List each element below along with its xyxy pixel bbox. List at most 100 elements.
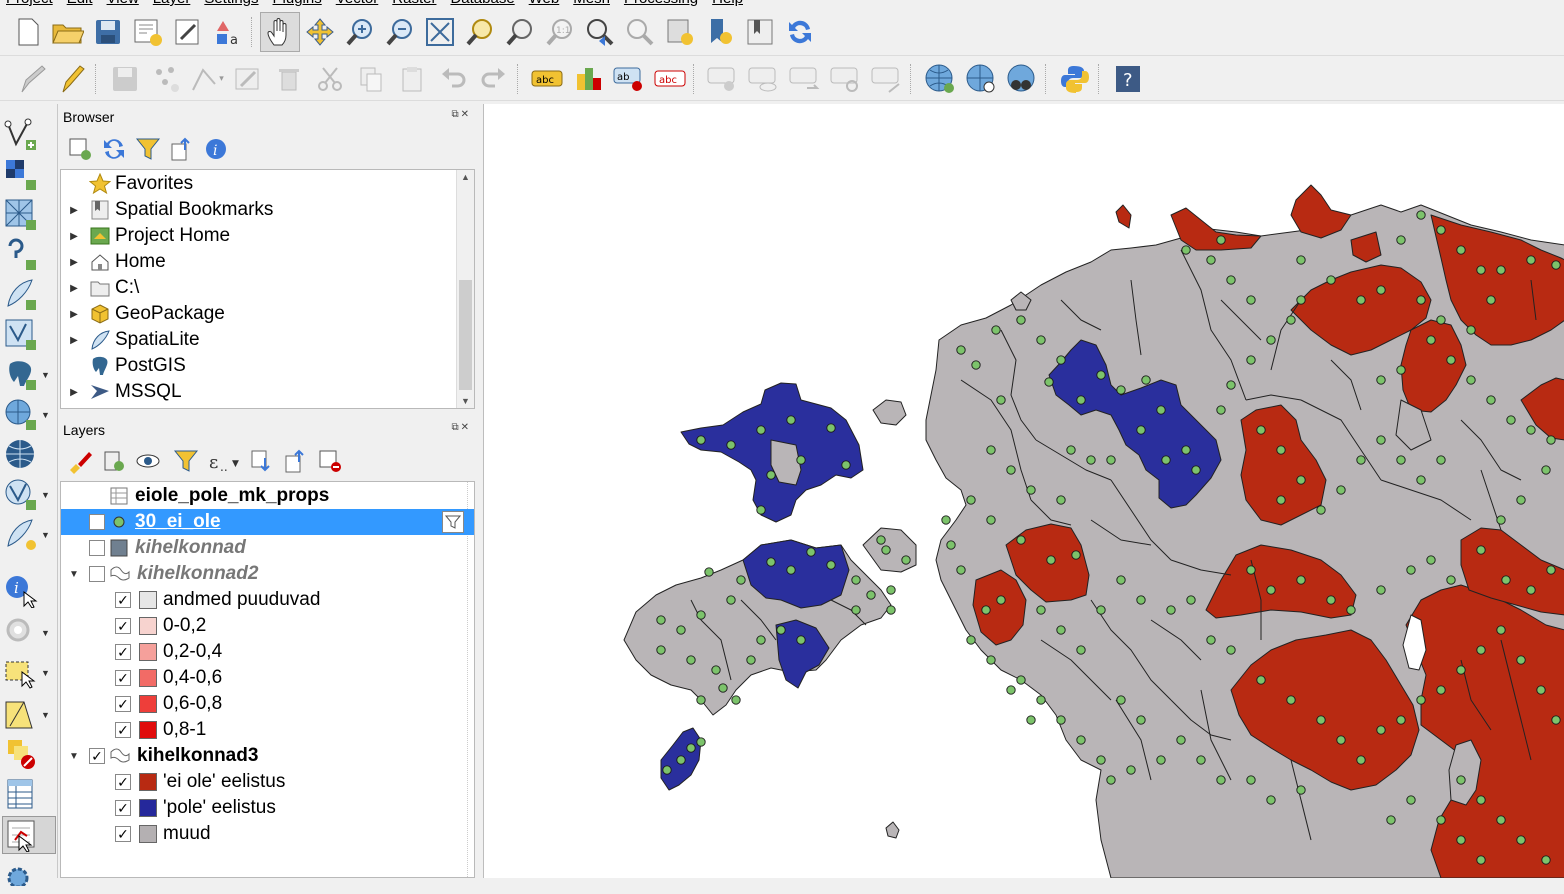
survey-point-marker[interactable]	[1086, 455, 1096, 465]
new-print-layout-icon[interactable]	[128, 12, 168, 52]
zoom-to-layer-icon[interactable]	[500, 12, 540, 52]
survey-point-marker[interactable]	[776, 625, 786, 635]
browser-item[interactable]: ▶ Home	[61, 249, 166, 275]
menu-item-vector[interactable]: Vector	[336, 0, 379, 7]
survey-point-marker[interactable]	[676, 625, 686, 635]
survey-point-marker[interactable]	[1516, 655, 1526, 665]
survey-point-marker[interactable]	[1296, 475, 1306, 485]
survey-point-marker[interactable]	[1376, 375, 1386, 385]
browser-item[interactable]: Favorites	[61, 171, 193, 197]
filter-by-expression-icon[interactable]: ε.. ▼	[207, 448, 241, 477]
survey-point-marker[interactable]	[1486, 395, 1496, 405]
layer-visibility-checkbox[interactable]: ✓	[115, 774, 131, 790]
survey-point-marker[interactable]	[1226, 645, 1236, 655]
survey-point-marker[interactable]	[1496, 625, 1506, 635]
survey-point-marker[interactable]	[1246, 355, 1256, 365]
survey-point-marker[interactable]	[1036, 335, 1046, 345]
survey-point-marker[interactable]	[1526, 255, 1536, 265]
survey-point-marker[interactable]	[1296, 295, 1306, 305]
survey-point-marker[interactable]	[1266, 335, 1276, 345]
label-tool-icon[interactable]: abc	[526, 59, 567, 99]
survey-point-marker[interactable]	[766, 470, 776, 480]
expand-arrow-icon[interactable]: ▼	[61, 569, 87, 580]
layer-row[interactable]: kihelkonnad	[61, 535, 474, 561]
survey-point-marker[interactable]	[686, 743, 696, 753]
survey-point-marker[interactable]	[1316, 505, 1326, 515]
browser-item[interactable]: ▶ Spatial Bookmarks	[61, 197, 273, 223]
survey-point-marker[interactable]	[1386, 815, 1396, 825]
survey-point-marker[interactable]	[1376, 585, 1386, 595]
georeferencer-icon[interactable]	[960, 59, 1001, 99]
survey-point-marker[interactable]	[1226, 380, 1236, 390]
deselect-all-icon[interactable]	[2, 736, 56, 774]
new-shapefile-icon[interactable]: ▼	[2, 516, 56, 554]
survey-point-marker[interactable]	[986, 445, 996, 455]
survey-point-marker[interactable]	[1496, 815, 1506, 825]
survey-point-marker[interactable]	[1476, 795, 1486, 805]
survey-point-marker[interactable]	[1296, 255, 1306, 265]
add-delimited-text-icon[interactable]	[2, 236, 56, 274]
survey-point-marker[interactable]	[1161, 455, 1171, 465]
survey-point-marker[interactable]	[696, 737, 706, 747]
survey-point-marker[interactable]	[1246, 775, 1256, 785]
run-action-icon[interactable]: ▼	[2, 614, 56, 652]
survey-point-marker[interactable]	[1396, 455, 1406, 465]
zoom-in-icon[interactable]	[340, 12, 380, 52]
survey-point-marker[interactable]	[1506, 415, 1516, 425]
add-feature-icon[interactable]	[145, 59, 186, 99]
menu-item-database[interactable]: Database	[450, 0, 514, 7]
open-project-icon[interactable]	[48, 12, 88, 52]
add-wfs-layer-icon[interactable]	[2, 436, 56, 474]
copy-features-icon[interactable]	[350, 59, 391, 99]
expand-arrow-icon[interactable]: ▶	[61, 231, 87, 242]
survey-point-marker[interactable]	[1436, 685, 1446, 695]
survey-point-marker[interactable]	[1416, 695, 1426, 705]
survey-point-marker[interactable]	[946, 540, 956, 550]
browser-item[interactable]: ▶ C:\	[61, 275, 139, 301]
survey-point-marker[interactable]	[991, 325, 1001, 335]
survey-point-marker[interactable]	[1456, 775, 1466, 785]
survey-point-marker[interactable]	[1541, 465, 1551, 475]
survey-point-marker[interactable]	[1396, 365, 1406, 375]
survey-point-marker[interactable]	[1006, 465, 1016, 475]
delete-selected-icon[interactable]	[268, 59, 309, 99]
survey-point-marker[interactable]	[1546, 565, 1556, 575]
survey-point-marker[interactable]	[1216, 235, 1226, 245]
save-project-icon[interactable]	[88, 12, 128, 52]
survey-point-marker[interactable]	[1316, 715, 1326, 725]
survey-point-marker[interactable]	[1546, 435, 1556, 445]
survey-point-marker[interactable]	[1346, 605, 1356, 615]
survey-point-marker[interactable]	[1106, 775, 1116, 785]
save-edits-icon[interactable]	[104, 59, 145, 99]
legend-item[interactable]: ✓ 0-0,2	[61, 613, 474, 639]
legend-item[interactable]: ✓ muud	[61, 821, 474, 847]
survey-point-marker[interactable]	[1181, 245, 1191, 255]
menu-item-project[interactable]: Project	[6, 0, 53, 7]
survey-point-marker[interactable]	[1206, 255, 1216, 265]
survey-point-marker[interactable]	[1466, 325, 1476, 335]
survey-point-marker[interactable]	[756, 635, 766, 645]
survey-point-marker[interactable]	[1536, 685, 1546, 695]
legend-item[interactable]: ✓ 0,6-0,8	[61, 691, 474, 717]
survey-point-marker[interactable]	[711, 665, 721, 675]
survey-point-marker[interactable]	[1476, 645, 1486, 655]
survey-point-marker[interactable]	[1376, 435, 1386, 445]
help-icon[interactable]: ?	[1107, 59, 1148, 99]
legend-item[interactable]: ✓ 0,4-0,6	[61, 665, 474, 691]
survey-point-marker[interactable]	[826, 560, 836, 570]
survey-point-marker[interactable]	[1426, 335, 1436, 345]
survey-point-marker[interactable]	[941, 515, 951, 525]
rotate-label-icon[interactable]	[784, 59, 825, 99]
pan-to-selection-icon[interactable]	[300, 12, 340, 52]
add-spatialite-layer-icon[interactable]	[2, 276, 56, 314]
survey-point-marker[interactable]	[786, 565, 796, 575]
survey-point-marker[interactable]	[1336, 735, 1346, 745]
layer-visibility-checkbox[interactable]: ✓	[115, 618, 131, 634]
modify-attributes-icon[interactable]	[227, 59, 268, 99]
survey-point-marker[interactable]	[1036, 605, 1046, 615]
vertex-tool-icon[interactable]: ▾	[186, 59, 227, 99]
new-raster-layer-icon[interactable]	[2, 156, 56, 194]
survey-point-marker[interactable]	[1396, 715, 1406, 725]
add-virtual-layer-icon[interactable]	[2, 316, 56, 354]
survey-point-marker[interactable]	[841, 460, 851, 470]
